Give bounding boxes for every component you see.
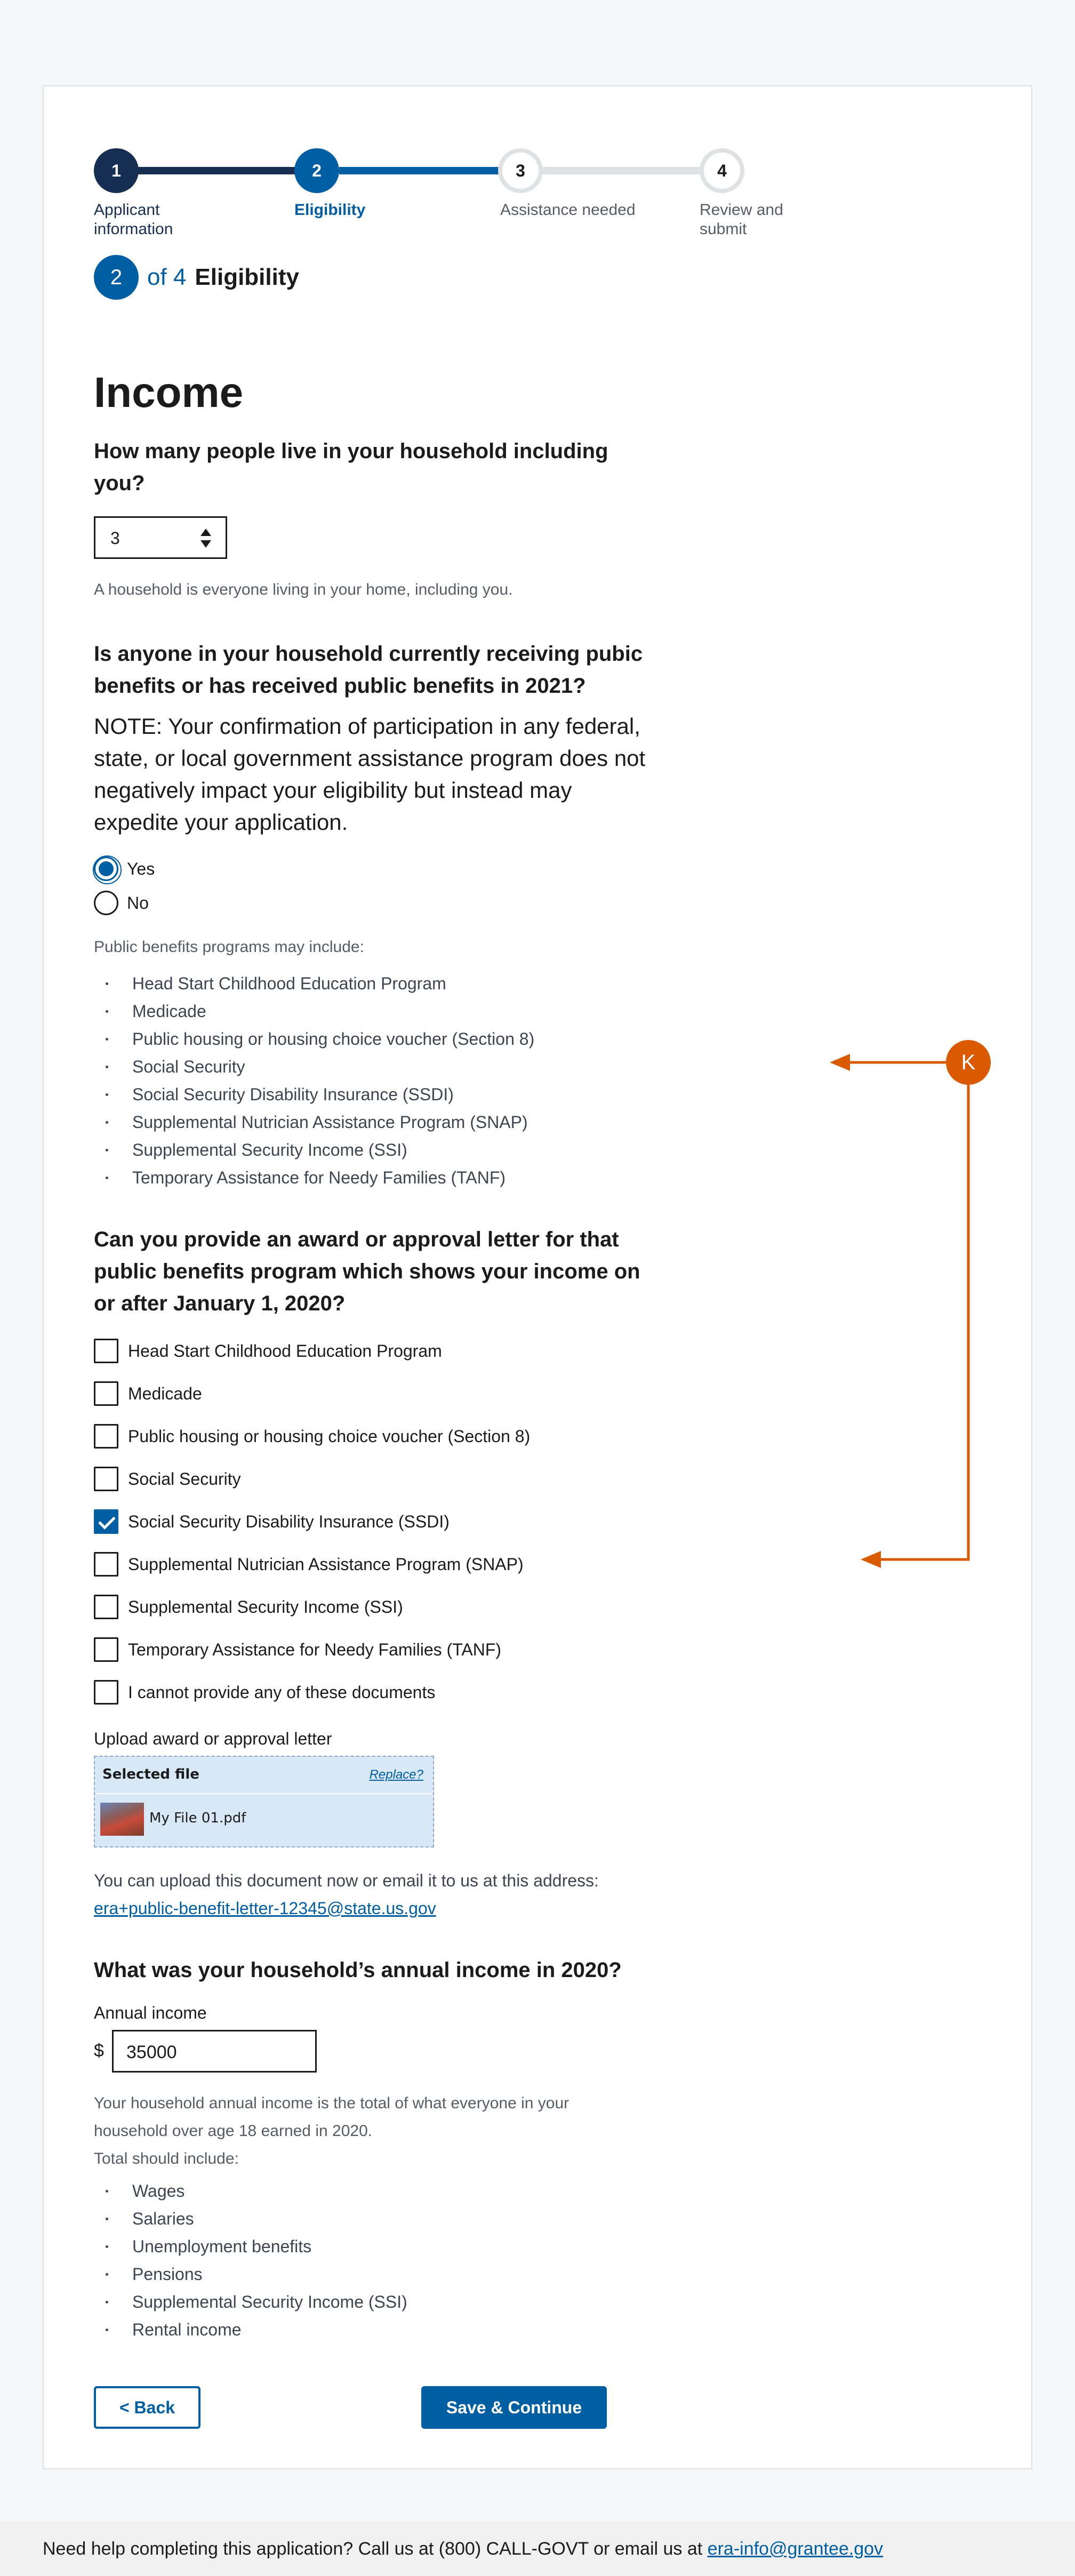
step-1-label: Applicant information — [94, 201, 173, 238]
page-title: Income — [94, 369, 244, 416]
checkbox-head-start[interactable]: Head Start Childhood Education Program — [94, 1338, 442, 1364]
save-continue-button[interactable]: Save & Continue — [421, 2386, 607, 2429]
selected-file-label: Selected file — [102, 1766, 199, 1782]
letter-question: Can you provide an award or approval let… — [94, 1228, 640, 1315]
checkbox-label: Social Security — [128, 1469, 241, 1489]
list-item: Pensions — [94, 2260, 654, 2288]
currency-symbol: $ — [94, 2041, 104, 2061]
upload-label: Upload award or approval letter — [94, 1729, 332, 1748]
help-text: Need help completing this application? C… — [43, 2539, 883, 2559]
step-connector-3 — [542, 167, 702, 174]
household-question: How many people live in your household i… — [94, 439, 608, 495]
benefits-question: Is anyone in your household currently re… — [94, 642, 643, 698]
step-2-circle: 2 — [294, 148, 339, 193]
checkbox-label: Social Security Disability Insurance (SS… — [128, 1511, 450, 1531]
list-item: Supplemental Nutrician Assistance Progra… — [94, 1108, 654, 1136]
annual-income-value: 35000 — [126, 2042, 177, 2062]
list-item: Social Security — [94, 1053, 654, 1081]
list-item: Head Start Childhood Education Program — [94, 970, 654, 997]
radio-yes-control[interactable] — [93, 855, 122, 884]
checkbox-tanf[interactable]: Temporary Assistance for Needy Families … — [94, 1636, 501, 1663]
list-item: Temporary Assistance for Needy Families … — [94, 1164, 654, 1191]
step-counter-number: 2 — [94, 255, 139, 300]
checkbox-control[interactable] — [94, 1680, 118, 1705]
checkbox-label: Supplemental Security Income (SSI) — [128, 1597, 403, 1617]
step-1-circle: 1 — [94, 148, 139, 193]
benefits-note: NOTE: Your confirmation of participation… — [94, 714, 646, 835]
annotation-badge: K — [946, 1040, 991, 1085]
list-item: Rental income — [94, 2316, 654, 2343]
step-indicator: 1 2 3 4 Applicant information Eligibilit… — [94, 148, 787, 244]
list-item: Supplemental Security Income (SSI) — [94, 1136, 654, 1164]
income-hint: Your household annual income is the tota… — [94, 2090, 606, 2173]
help-text-body: Need help completing this application? C… — [43, 2539, 703, 2559]
radio-yes-label: Yes — [127, 859, 155, 878]
list-item: Unemployment benefits — [94, 2233, 654, 2260]
step-4-label: Review and submit — [700, 201, 783, 238]
programs-intro: Public benefits programs may include: — [94, 938, 364, 956]
household-hint: A household is everyone living in your h… — [94, 581, 513, 598]
checkbox-control[interactable] — [94, 1595, 118, 1619]
step-3-label: Assistance needed — [500, 201, 636, 219]
step-4-circle: 4 — [700, 148, 744, 193]
income-items-list: Wages Salaries Unemployment benefits Pen… — [94, 2177, 654, 2343]
checkbox-medicade[interactable]: Medicade — [94, 1380, 202, 1407]
file-upload[interactable]: Selected file Replace? My File 01.pdf — [94, 1756, 434, 1847]
checkbox-control[interactable] — [94, 1339, 118, 1363]
checkbox-control[interactable] — [94, 1552, 118, 1577]
step-3-circle: 3 — [498, 148, 543, 193]
checkbox-label: Medicade — [128, 1383, 202, 1403]
income-hint-line2: Total should include: — [94, 2150, 239, 2167]
radio-no-label: No — [127, 893, 149, 913]
back-button[interactable]: < Back — [94, 2386, 200, 2429]
step-counter: 2 of 4 Eligibility — [94, 255, 299, 300]
list-item: Salaries — [94, 2205, 654, 2233]
step-connector-1 — [138, 167, 296, 174]
upload-hint-text: You can upload this document now or emai… — [94, 1871, 599, 1890]
list-item: Wages — [94, 2177, 654, 2205]
checkbox-control[interactable] — [94, 1381, 118, 1406]
checkbox-control[interactable] — [94, 1467, 118, 1491]
income-question: What was your household’s annual income … — [94, 1958, 622, 1982]
list-item: Supplemental Security Income (SSI) — [94, 2288, 654, 2316]
checkbox-label: Head Start Childhood Education Program — [128, 1341, 442, 1361]
checkbox-label: Public housing or housing choice voucher… — [128, 1426, 531, 1446]
step-heading: Eligibility — [195, 264, 299, 290]
file-name: My File 01.pdf — [149, 1810, 246, 1826]
income-hint-line1: Your household annual income is the tota… — [94, 2094, 569, 2140]
replace-file-link[interactable]: Replace? — [370, 1767, 423, 1782]
income-label: Annual income — [94, 2003, 207, 2022]
select-arrows-icon — [200, 529, 211, 548]
checkbox-control[interactable] — [94, 1424, 118, 1449]
step-counter-total: of 4 — [147, 264, 187, 290]
step-2-label: Eligibility — [294, 201, 366, 219]
step-connector-2 — [339, 167, 499, 174]
radio-no-control[interactable] — [94, 891, 118, 915]
checkbox-ssi[interactable]: Supplemental Security Income (SSI) — [94, 1594, 403, 1620]
list-item: Medicade — [94, 997, 654, 1025]
checkbox-snap[interactable]: Supplemental Nutrician Assistance Progra… — [94, 1551, 524, 1578]
list-item: Social Security Disability Insurance (SS… — [94, 1081, 654, 1108]
checkbox-none[interactable]: I cannot provide any of these documents — [94, 1679, 435, 1706]
help-footer: Need help completing this application? C… — [0, 2522, 1075, 2576]
checkbox-section-8[interactable]: Public housing or housing choice voucher… — [94, 1423, 530, 1450]
checkbox-ssdi[interactable]: Social Security Disability Insurance (SS… — [94, 1508, 450, 1535]
household-size-value: 3 — [110, 529, 120, 548]
checkbox-label: Temporary Assistance for Needy Families … — [128, 1639, 502, 1659]
list-item: Public housing or housing choice voucher… — [94, 1025, 654, 1053]
checkbox-control[interactable] — [94, 1637, 118, 1662]
radio-yes[interactable]: Yes — [93, 855, 155, 884]
radio-no[interactable]: No — [94, 890, 149, 916]
file-thumbnail — [100, 1803, 144, 1836]
checkbox-label: I cannot provide any of these documents — [128, 1682, 436, 1702]
upload-hint: You can upload this document now or emai… — [94, 1867, 654, 1922]
checkbox-social-security[interactable]: Social Security — [94, 1466, 241, 1492]
household-size-select[interactable]: 3 — [94, 516, 227, 559]
help-email-link[interactable]: era-info@grantee.gov — [708, 2539, 883, 2559]
checkbox-control-checked[interactable] — [94, 1509, 118, 1534]
programs-list: Head Start Childhood Education Program M… — [94, 970, 654, 1191]
annual-income-input[interactable]: 35000 — [112, 2030, 317, 2073]
upload-email-link[interactable]: era+public-benefit-letter-12345@state.us… — [94, 1899, 436, 1918]
checkbox-label: Supplemental Nutrician Assistance Progra… — [128, 1554, 524, 1574]
